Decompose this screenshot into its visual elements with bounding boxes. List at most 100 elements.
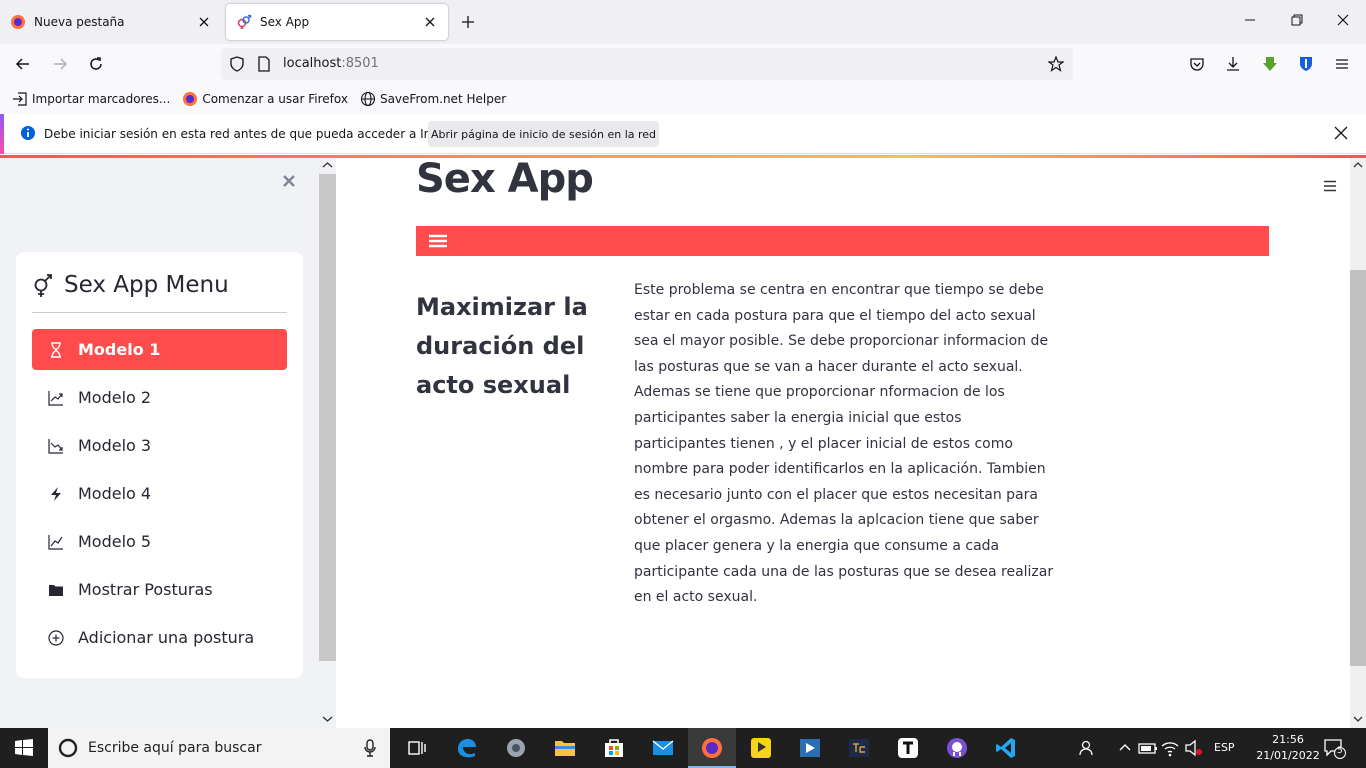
savefrom-extension-icon[interactable]	[1262, 56, 1278, 72]
menu-item-modelo-1[interactable]: Modelo 1	[32, 329, 287, 370]
page-scrollbar-thumb[interactable]	[1350, 270, 1366, 666]
menu-item-label: Modelo 3	[78, 436, 152, 455]
url-bar[interactable]: localhost:8501	[221, 48, 1073, 80]
store-icon[interactable]	[602, 736, 626, 760]
task-view-icon[interactable]	[405, 736, 429, 760]
network-icon[interactable]	[1158, 736, 1182, 760]
github-icon[interactable]	[945, 736, 969, 760]
tab-sex-app[interactable]: Sex App	[226, 4, 448, 40]
taskbar: Escribe aquí para buscar ESP 21:56 21/01…	[0, 728, 1366, 768]
tab-title: Nueva pestaña	[34, 15, 125, 29]
bookmark-importar[interactable]: Importar marcadores...	[12, 91, 170, 107]
clock[interactable]: 21:56 21/01/2022	[1256, 732, 1320, 764]
menu-item-label: Adicionar una postura	[78, 628, 255, 647]
menu-item-modelo-4[interactable]: Modelo 4	[32, 473, 287, 514]
menu-item-mostrar-posturas[interactable]: Mostrar Posturas	[32, 569, 287, 610]
tab-title: Sex App	[260, 15, 310, 29]
restore-icon[interactable]	[1291, 14, 1303, 26]
menu-item-label: Modelo 4	[78, 484, 152, 503]
lightning-icon	[51, 486, 61, 501]
mail-icon[interactable]	[651, 736, 675, 760]
forward-icon[interactable]	[52, 56, 68, 72]
taskbar-search[interactable]: Escribe aquí para buscar	[48, 728, 390, 768]
chart-up-icon	[48, 390, 63, 406]
bookmarks-bar: Importar marcadores... Comenzar a usar F…	[0, 84, 1366, 114]
info-icon	[20, 125, 36, 141]
menu-item-modelo-5[interactable]: Modelo 5	[32, 521, 287, 562]
chart-line-icon	[48, 534, 63, 550]
menu-item-modelo-3[interactable]: Modelo 3	[32, 425, 287, 466]
edge-icon[interactable]	[455, 736, 479, 760]
microphone-icon[interactable]	[364, 739, 376, 757]
bookmark-label: Importar marcadores...	[32, 92, 171, 106]
hourglass-icon	[51, 341, 61, 358]
firefox-icon	[183, 92, 198, 106]
download-icon[interactable]	[1225, 56, 1241, 72]
menu-item-adicionar-postura[interactable]: Adicionar una postura	[32, 617, 287, 658]
notification-stripe	[0, 114, 4, 154]
file-explorer-icon[interactable]	[553, 736, 577, 760]
shield-icon[interactable]	[229, 56, 245, 72]
chart-down-icon	[48, 438, 63, 454]
gender-icon	[236, 14, 252, 30]
menu-item-label: Modelo 5	[78, 532, 152, 551]
tray-expand-icon[interactable]	[1113, 736, 1137, 760]
plus-circle-icon	[48, 629, 64, 646]
star-icon[interactable]	[1048, 56, 1064, 72]
clock-date: 21/01/2022	[1256, 749, 1320, 762]
close-tab-icon[interactable]	[422, 14, 438, 30]
globe-icon	[360, 91, 376, 107]
sidebar-scrollbar-thumb[interactable]	[319, 174, 336, 661]
section-description: Este problema se centra en encontrar que…	[634, 282, 1054, 606]
section-title: Maximizar la duración del acto sexual	[416, 293, 588, 399]
notification-count: 5	[1337, 746, 1343, 756]
bookmark-label: SaveFrom.net Helper	[379, 92, 507, 106]
typora-icon[interactable]	[896, 736, 920, 760]
streamlit-menu-icon[interactable]	[1322, 178, 1338, 194]
close-notification-icon[interactable]	[1334, 126, 1348, 140]
page-icon[interactable]	[257, 56, 271, 72]
tab-nueva-pestana[interactable]: Nueva pestaña	[0, 4, 222, 40]
new-tab-icon[interactable]	[460, 14, 476, 30]
clock-time: 21:56	[1272, 733, 1304, 746]
captive-portal-notification: Debe iniciar sesión en esta red antes de…	[0, 114, 1366, 154]
bitwarden-icon[interactable]	[1298, 56, 1314, 72]
folder-icon	[49, 584, 63, 596]
people-icon[interactable]	[1076, 736, 1100, 760]
sidebar-close-icon[interactable]	[282, 174, 296, 188]
back-icon[interactable]	[15, 56, 31, 72]
tex-icon[interactable]	[847, 736, 871, 760]
url-host: localhost	[283, 56, 342, 71]
search-placeholder: Escribe aquí para buscar	[88, 740, 262, 756]
menu-title: Sex App Menu	[64, 272, 229, 298]
menu-icon[interactable]	[1334, 56, 1350, 72]
close-tab-icon[interactable]	[196, 14, 212, 30]
reload-icon[interactable]	[88, 56, 104, 72]
pocket-icon[interactable]	[1189, 56, 1205, 72]
battery-icon[interactable]	[1136, 736, 1160, 760]
horizontal-menu-bar	[416, 226, 1269, 256]
cortana-icon	[58, 738, 78, 758]
menu-item-modelo-2[interactable]: Modelo 2	[32, 377, 287, 418]
language-indicator[interactable]: ESP	[1214, 741, 1235, 754]
bookmark-savefrom[interactable]: SaveFrom.net Helper	[360, 91, 506, 107]
bookmark-firefox[interactable]: Comenzar a usar Firefox	[182, 91, 348, 107]
close-window-icon[interactable]	[1337, 14, 1349, 26]
volume-muted-icon[interactable]	[1182, 736, 1206, 760]
menu-item-label: Modelo 2	[78, 388, 152, 407]
player-icon[interactable]	[749, 736, 773, 760]
url-text[interactable]: localhost:8501	[283, 56, 379, 71]
menu-divider	[32, 312, 287, 313]
vscode-icon[interactable]	[994, 736, 1018, 760]
firefox-icon[interactable]	[700, 736, 724, 760]
windows-start-icon[interactable]	[12, 736, 36, 760]
open-login-page-button[interactable]: Abrir página de inicio de sesión en la r…	[428, 121, 659, 147]
gender-icon	[34, 274, 52, 297]
nav-bar: localhost:8501	[0, 44, 1366, 84]
app-icon[interactable]	[504, 736, 528, 760]
minimize-icon[interactable]	[1244, 14, 1256, 26]
menu-item-label: Mostrar Posturas	[78, 580, 213, 599]
media-player-icon[interactable]	[798, 736, 822, 760]
hamburger-icon[interactable]	[428, 233, 448, 249]
firefox-icon	[10, 14, 26, 30]
